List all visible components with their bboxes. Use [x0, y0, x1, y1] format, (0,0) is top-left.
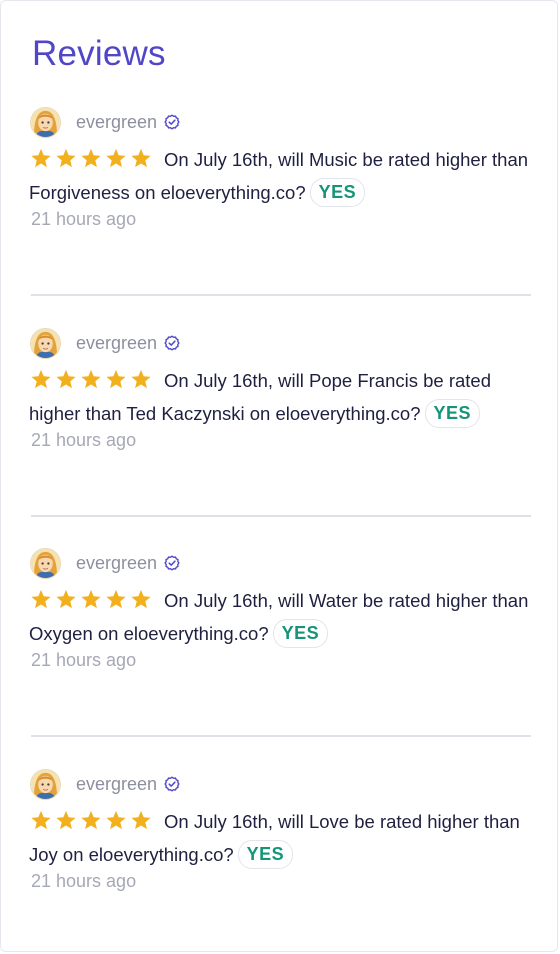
timestamp: 21 hours ago [31, 650, 137, 670]
username[interactable]: evergreen [76, 774, 157, 795]
divider [31, 294, 531, 296]
star-icon [31, 369, 51, 389]
star-icon [131, 148, 151, 168]
star-icon [81, 810, 101, 830]
star-rating [30, 810, 155, 840]
avatar[interactable] [31, 769, 60, 799]
star-icon [56, 589, 76, 609]
star-icon [81, 589, 101, 609]
timestamp: 21 hours ago [31, 430, 137, 450]
avatar[interactable] [31, 107, 60, 137]
reviews-card: Reviews evergreen On July 16th, will Mus… [0, 0, 558, 952]
avatar[interactable] [31, 548, 60, 578]
review-body: On July 16th, will Music be rated higher… [29, 145, 534, 208]
star-rating [30, 369, 155, 399]
star-icon [31, 589, 51, 609]
star-icon [131, 589, 151, 609]
review-item: evergreen On July 16th, will Water be ra… [29, 547, 534, 671]
star-icon [31, 810, 51, 830]
timestamp: 21 hours ago [31, 871, 137, 891]
star-icon [106, 810, 126, 830]
verified-check-icon [164, 555, 180, 571]
review-header: evergreen [31, 768, 534, 800]
review-header: evergreen [31, 547, 534, 579]
star-icon [131, 810, 151, 830]
answer-badge: YES [424, 399, 481, 428]
star-icon [31, 148, 51, 168]
star-icon [106, 589, 126, 609]
answer-badge: YES [237, 840, 294, 869]
review-body: On July 16th, will Love be rated higher … [29, 807, 534, 870]
answer-badge: YES [272, 619, 329, 648]
timestamp: 21 hours ago [31, 209, 137, 229]
star-icon [56, 369, 76, 389]
star-icon [56, 810, 76, 830]
username[interactable]: evergreen [76, 553, 157, 574]
verified-check-icon [164, 776, 180, 792]
divider [31, 515, 531, 517]
divider [31, 735, 531, 737]
review-item: evergreen On July 16th, will Love be rat… [29, 768, 534, 892]
star-rating [30, 148, 155, 178]
reviews-title: Reviews [32, 34, 166, 73]
review-item: evergreen On July 16th, will Pope Franci… [29, 327, 534, 451]
review-header: evergreen [31, 327, 534, 359]
star-icon [106, 148, 126, 168]
username[interactable]: evergreen [76, 112, 157, 133]
review-body: On July 16th, will Water be rated higher… [29, 586, 534, 649]
review-body: On July 16th, will Pope Francis be rated… [29, 366, 534, 429]
review-item: evergreen On July 16th, will Music be ra… [29, 106, 534, 230]
username[interactable]: evergreen [76, 333, 157, 354]
star-icon [131, 369, 151, 389]
avatar[interactable] [31, 328, 60, 358]
verified-check-icon [164, 114, 180, 130]
star-rating [30, 589, 155, 619]
star-icon [81, 148, 101, 168]
star-icon [56, 148, 76, 168]
star-icon [81, 369, 101, 389]
answer-badge: YES [309, 178, 366, 207]
review-header: evergreen [31, 106, 534, 138]
star-icon [106, 369, 126, 389]
verified-check-icon [164, 335, 180, 351]
